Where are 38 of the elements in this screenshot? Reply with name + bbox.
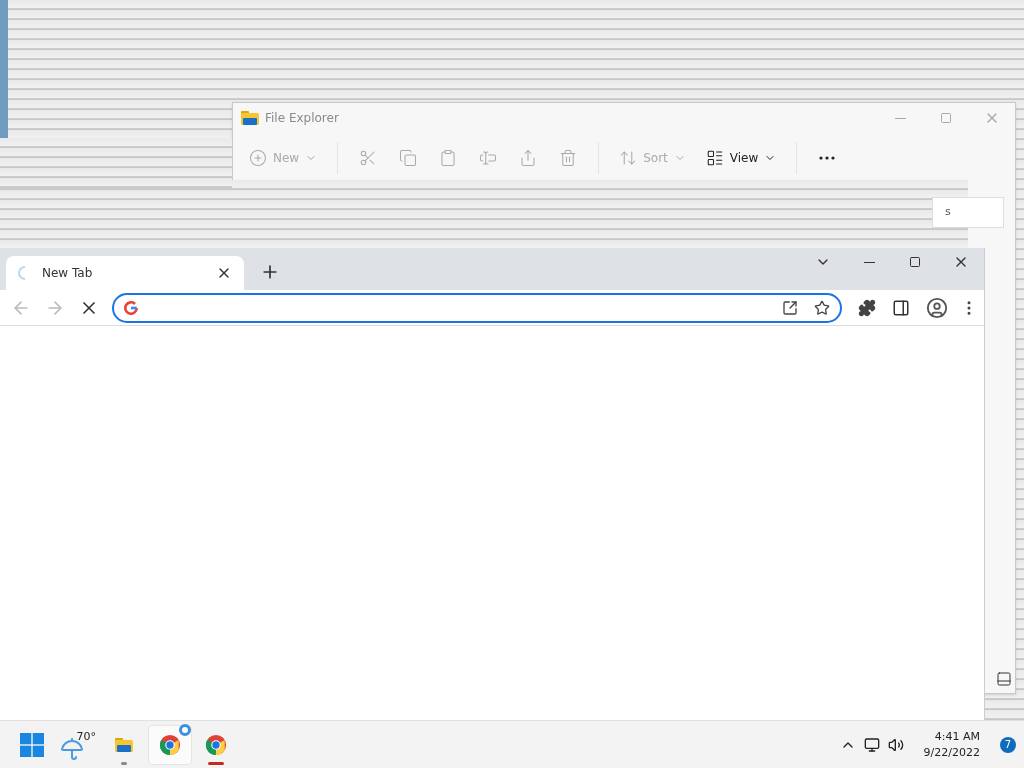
extensions-icon[interactable]	[858, 298, 876, 317]
rename-icon	[479, 149, 498, 167]
folder-icon	[115, 736, 133, 753]
tab-title: New Tab	[42, 265, 93, 282]
bookmark-star-icon[interactable]	[814, 299, 830, 316]
folder-icon	[241, 110, 259, 126]
chrome-logo-icon	[205, 733, 227, 756]
address-bar[interactable]	[112, 292, 842, 323]
taskbar-app-button[interactable]: 70°	[56, 724, 100, 765]
weather-temperature: 70°	[76, 728, 96, 745]
volume-icon[interactable]	[887, 736, 904, 753]
windows-logo-icon	[20, 732, 44, 757]
view-icon	[705, 149, 724, 167]
maximize-icon	[940, 112, 952, 124]
maximize-icon	[909, 256, 921, 268]
details-pane-icon	[996, 671, 1012, 687]
clock-date[interactable]: 9/22/2022	[923, 744, 980, 761]
search-field[interactable]: s	[932, 197, 1004, 228]
sort-icon	[619, 149, 638, 167]
share-icon	[519, 149, 538, 167]
window-title: File Explorer	[265, 110, 339, 127]
copy-icon	[399, 149, 418, 167]
clock-time[interactable]: 4:41 AM	[934, 728, 980, 745]
view-button[interactable]: View	[697, 142, 785, 174]
delete-icon	[559, 149, 578, 167]
google-logo-icon	[124, 300, 138, 315]
new-icon	[249, 149, 267, 167]
chrome-logo-icon	[159, 733, 181, 756]
more-icon	[819, 156, 836, 160]
taskbar-app-button[interactable]	[148, 724, 192, 765]
paste-icon	[439, 149, 458, 167]
browser-tab[interactable]: New Tab	[6, 256, 244, 290]
minimize-icon	[863, 261, 875, 263]
notification-badge[interactable]: 7	[1000, 736, 1016, 753]
minimize-icon	[894, 117, 906, 119]
share-icon[interactable]	[782, 299, 798, 316]
side-panel-icon[interactable]	[892, 298, 910, 317]
profile-icon[interactable]	[926, 296, 948, 319]
